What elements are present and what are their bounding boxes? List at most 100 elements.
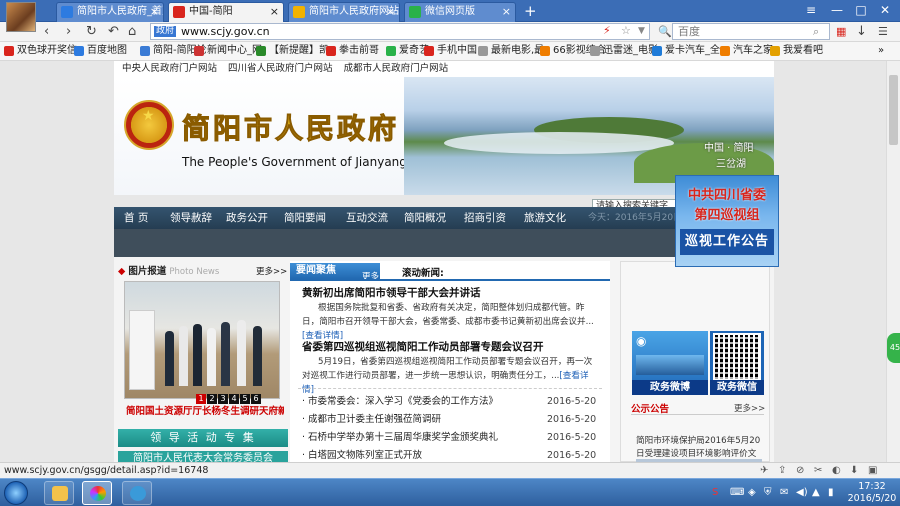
- bookmark-item[interactable]: 最新电影,最: [478, 44, 544, 58]
- speaker-icon[interactable]: ◐: [832, 465, 841, 477]
- bookmarks-more-icon[interactable]: »: [878, 44, 884, 58]
- maximize-icon[interactable]: □: [850, 2, 872, 18]
- nav-investment[interactable]: 招商引资: [464, 207, 506, 229]
- close-icon[interactable]: ×: [386, 3, 395, 21]
- start-button[interactable]: [4, 481, 28, 505]
- nav-news[interactable]: 简阳要闻: [284, 207, 326, 229]
- tab-focus-news[interactable]: 要闻聚焦 更多: [290, 263, 380, 282]
- bookmark-item[interactable]: 汽车之家: [720, 44, 773, 58]
- bookmark-label: 双色球开奖信: [17, 45, 77, 56]
- chevron-down-icon[interactable]: ▼: [638, 22, 645, 40]
- home-icon[interactable]: ⌂: [128, 23, 136, 41]
- grid-icon[interactable]: ▣: [868, 465, 877, 477]
- bookmark-item[interactable]: 我爱看吧: [770, 44, 823, 58]
- forward-icon[interactable]: ›: [66, 23, 71, 41]
- close-window-icon[interactable]: ✕: [874, 2, 896, 18]
- taskbar-app[interactable]: [122, 481, 152, 505]
- link-sichuan-gov[interactable]: 四川省人民政府门户网站: [228, 63, 333, 74]
- nav-tourism[interactable]: 旅游文化: [524, 207, 566, 229]
- tab-jianyang-gov-home[interactable]: 简阳市人民政府_首页 ×: [56, 2, 164, 22]
- search-icon[interactable]: ⌕: [813, 23, 819, 41]
- star-icon[interactable]: ☆: [621, 22, 631, 40]
- photo-news-image[interactable]: [124, 281, 280, 399]
- pin-icon[interactable]: ✈: [760, 465, 768, 477]
- tab-jianyang-gov-site[interactable]: 简阳市人民政府网站 ×: [288, 2, 400, 22]
- photo-news-caption[interactable]: 简阳国土资源厅厅长杨冬生调研天府新区简: [126, 403, 284, 417]
- nav-gov-affairs[interactable]: 政务公开: [226, 207, 268, 229]
- inspection-notice-ad[interactable]: 中共四川省委 第四巡视组 巡视工作公告: [675, 175, 779, 267]
- notices-more[interactable]: 更多>>: [734, 402, 765, 414]
- bookmark-item[interactable]: 爱奇艺: [386, 44, 429, 58]
- antivirus-icon[interactable]: S: [712, 487, 718, 498]
- tab-notices[interactable]: 公示公告: [631, 401, 679, 415]
- security-tray-icon[interactable]: ⛨: [764, 487, 772, 498]
- photo-news-more[interactable]: 更多>>: [256, 265, 287, 279]
- list-item[interactable]: · 市委常委会：深入学习《党委会的工作方法》 2016-5-20: [302, 395, 602, 409]
- user-avatar[interactable]: [6, 2, 36, 32]
- minimize-icon[interactable]: —: [826, 2, 848, 18]
- bookmark-item[interactable]: 双色球开奖信: [4, 44, 77, 58]
- new-tab-button[interactable]: +: [524, 2, 537, 20]
- npc-standing-committee-button[interactable]: 简阳市人民代表大会常务委员会: [118, 451, 288, 462]
- close-icon[interactable]: ×: [502, 3, 511, 21]
- leader-activities-button[interactable]: 领 导 活 动 专 集: [118, 429, 288, 447]
- search-engine-icon[interactable]: 🔍: [658, 23, 672, 41]
- undo-icon[interactable]: ↶: [108, 23, 119, 41]
- download-icon[interactable]: ↓: [856, 23, 867, 41]
- notice-item[interactable]: 简阳市环境保护局2016年5月20日受理建设项目环境影响评价文件的公示: [636, 435, 762, 462]
- list-item[interactable]: · 成都市卫计委主任谢强莅简调研 2016-5-20: [302, 413, 602, 427]
- network-icon[interactable]: ◈: [748, 487, 756, 498]
- window-menu-icon[interactable]: ≡: [800, 2, 822, 18]
- bookmark-item[interactable]: 百度地图: [74, 44, 127, 58]
- security-icon[interactable]: ⚡: [603, 22, 611, 40]
- nav-interaction[interactable]: 互动交流: [346, 207, 388, 229]
- bookmark-item[interactable]: 迅雷迷_电影: [590, 44, 658, 58]
- address-text[interactable]: www.scjy.gov.cn: [181, 24, 270, 40]
- bookmark-item[interactable]: 拳击前哥: [326, 44, 379, 58]
- list-item[interactable]: · 白塔园文物陈列室正式开放 2016-5-20: [302, 449, 602, 462]
- menu-icon[interactable]: ☰: [878, 23, 888, 41]
- news-more[interactable]: 更多: [362, 269, 379, 285]
- clock[interactable]: 17:32 2016/5/20: [846, 481, 898, 505]
- tab-wechat-web[interactable]: 微信网页版 ×: [404, 2, 516, 22]
- list-item[interactable]: · 石桥中学举办第十三届周华康奖学金颁奖典礼 2016-5-20: [302, 431, 602, 445]
- chat-icon[interactable]: ✉: [780, 487, 788, 498]
- link-central-gov[interactable]: 中央人民政府门户网站: [122, 63, 217, 74]
- floating-badge[interactable]: 45: [887, 333, 900, 363]
- nav-leader-speech[interactable]: 领导赦辞: [170, 207, 212, 229]
- nav-overview[interactable]: 简阳概况: [404, 207, 446, 229]
- share-icon[interactable]: ⇪: [778, 465, 786, 477]
- bookmark-favicon-icon: [652, 46, 662, 56]
- apps-grid-icon[interactable]: ▦: [836, 23, 846, 41]
- gov-weixin-button[interactable]: 政务微信: [710, 331, 764, 395]
- address-bar[interactable]: 政府 www.scjy.gov.cn ⚡ ☆ ▼: [150, 23, 650, 40]
- link-chengdu-gov[interactable]: 成都市人民政府门户网站: [344, 63, 449, 74]
- volume-icon[interactable]: ◀): [796, 487, 808, 498]
- keyboard-icon[interactable]: ⌨: [730, 487, 744, 498]
- tab-china-jianyang[interactable]: 中国-简阳 ×: [168, 2, 284, 23]
- headline-1[interactable]: 黄新初出席简阳市领导干部大会并讲话: [302, 285, 481, 300]
- scrollbar-thumb[interactable]: [889, 75, 898, 145]
- close-icon[interactable]: ×: [270, 3, 279, 21]
- bookmarks-bar: 双色球开奖信 百度地图 简阳-简阳论 新闻中心_网 【新提醒】凯 拳击前哥 爱奇艺 手机中国最…: [0, 42, 900, 61]
- screenshot-icon[interactable]: ✂: [814, 465, 822, 477]
- bookmark-item[interactable]: 【新提醒】凯: [256, 44, 329, 58]
- tab-favicon-icon: [409, 6, 421, 18]
- wifi-icon[interactable]: ▲: [812, 487, 820, 498]
- taskbar-browser[interactable]: [82, 481, 112, 505]
- bookmark-item[interactable]: 爱卡汽车_全: [652, 44, 720, 58]
- reload-icon[interactable]: ↻: [86, 23, 97, 41]
- bookmark-item[interactable]: 手机中国: [424, 44, 477, 58]
- block-icon[interactable]: ⊘: [796, 465, 804, 477]
- download-manager-icon[interactable]: ⬇: [850, 465, 858, 477]
- battery-icon[interactable]: ▮: [828, 487, 834, 498]
- nav-home[interactable]: 首 页: [124, 207, 148, 229]
- search-input[interactable]: 百度 ⌕: [672, 23, 830, 40]
- gov-weibo-button[interactable]: ◉ 政务微博: [632, 331, 708, 395]
- headline-2[interactable]: 省委第四巡视组巡视简阳工作动员部署专题会议召开: [302, 339, 544, 354]
- bookmark-item[interactable]: 新闻中心_网: [194, 44, 262, 58]
- close-icon[interactable]: ×: [150, 3, 159, 21]
- back-icon[interactable]: ‹: [44, 23, 49, 41]
- vertical-scrollbar[interactable]: [886, 61, 900, 462]
- taskbar-explorer[interactable]: [44, 481, 74, 505]
